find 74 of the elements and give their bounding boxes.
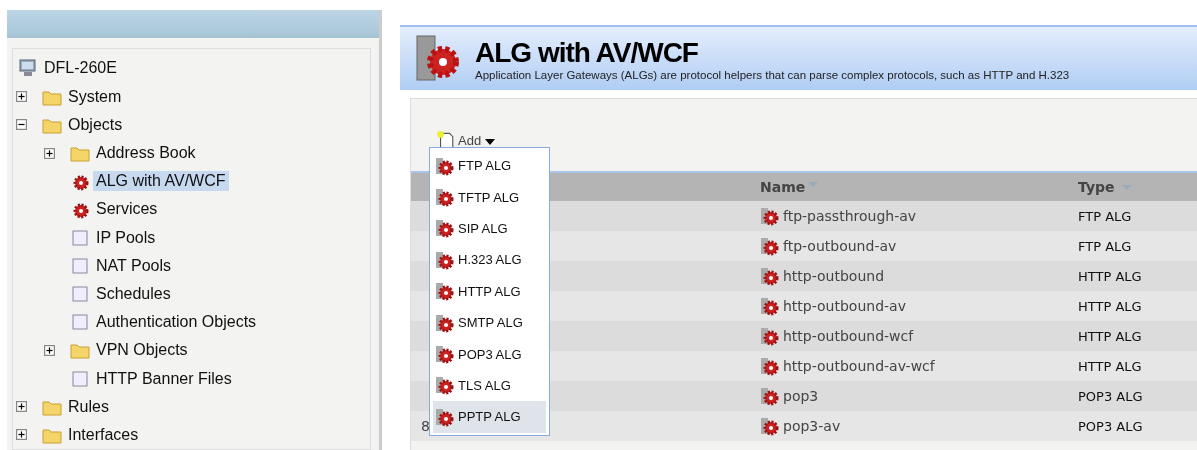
gear-icon — [760, 236, 780, 256]
menu-item[interactable]: TFTP ALG — [433, 181, 546, 213]
table-cell: POP3 ALG — [1078, 419, 1143, 434]
table-cell: POP3 ALG — [1078, 389, 1143, 404]
tree-item[interactable]: DFL-260E — [41, 58, 120, 79]
tree-item[interactable]: ALG with AV/WCF — [93, 171, 229, 192]
gear-icon — [435, 155, 455, 176]
tree-item[interactable]: System — [65, 86, 125, 107]
table-cell: HTTP ALG — [1078, 359, 1142, 374]
expand-toggle[interactable] — [16, 91, 27, 103]
column-header[interactable]: Name — [760, 179, 1078, 195]
gear-icon — [760, 356, 780, 376]
gear-icon — [760, 386, 780, 406]
table-cell: HTTP ALG — [1078, 269, 1142, 284]
menu-item[interactable]: HTTP ALG — [433, 275, 546, 307]
menu-item[interactable]: H.323 ALG — [433, 244, 546, 276]
gear-icon — [435, 218, 455, 239]
menu-item[interactable]: SMTP ALG — [433, 306, 546, 339]
gear-icon — [760, 326, 780, 346]
page-description: Application Layer Gateways (ALGs) are protocol helpers that can parse complex protocols, such as HTTP and H.323 — [475, 68, 1070, 81]
tree-item[interactable]: IP Pools — [93, 227, 159, 248]
expand-toggle[interactable] — [16, 429, 27, 441]
document-icon — [70, 368, 90, 389]
tree-item[interactable]: Schedules — [93, 283, 174, 304]
gear-icon — [435, 406, 455, 427]
gear-icon — [760, 266, 780, 286]
tree-item[interactable]: Objects — [65, 114, 126, 135]
column-header[interactable]: Type — [1078, 179, 1197, 195]
menu-item[interactable]: POP3 ALG — [433, 338, 546, 370]
gear-icon — [760, 206, 780, 226]
document-icon — [70, 312, 90, 333]
tree-item[interactable]: HTTP Banner Files — [93, 368, 235, 389]
tree-item[interactable]: VPN Objects — [93, 340, 191, 361]
table-cell: http-outbound-av-wcf — [783, 358, 935, 374]
table-cell: http-outbound-av — [783, 298, 906, 314]
table-cell: pop3 — [783, 388, 819, 404]
table-cell: HTTP ALG — [1078, 329, 1142, 344]
table-cell: FTP ALG — [1078, 209, 1132, 224]
table-cell: ftp-passthrough-av — [783, 208, 917, 224]
gear-icon — [435, 375, 455, 396]
table-cell: http-outbound-wcf — [783, 328, 914, 344]
document-icon — [70, 227, 90, 248]
gear-icon — [760, 296, 780, 316]
table-cell: http-outbound — [783, 268, 885, 284]
expand-toggle[interactable] — [44, 344, 55, 356]
table-cell: pop3-av — [783, 418, 841, 434]
expand-toggle[interactable] — [44, 147, 55, 159]
table-cell: HTTP ALG — [1078, 299, 1142, 314]
tree-item[interactable]: NAT Pools — [93, 255, 174, 276]
tree-item[interactable]: Authentication Objects — [93, 312, 260, 333]
tree-item[interactable]: Interfaces — [65, 424, 142, 445]
computer-icon — [18, 58, 38, 79]
caret-icon — [485, 138, 496, 145]
gear-icon — [435, 187, 455, 208]
tree-item[interactable]: Services — [93, 199, 161, 220]
page-title: ALG with AV/WCF — [475, 36, 699, 69]
menu-item[interactable]: SIP ALG — [433, 212, 546, 245]
document-icon — [70, 283, 90, 304]
gear-icon — [435, 249, 455, 270]
gear-icon — [435, 312, 455, 333]
expand-toggle[interactable] — [16, 119, 27, 131]
gear-icon — [435, 281, 455, 302]
menu-item[interactable]: PPTP ALG — [433, 401, 546, 433]
tree-item[interactable]: Rules — [65, 396, 112, 417]
table-cell: FTP ALG — [1078, 239, 1132, 254]
table-cell: ftp-outbound-av — [783, 238, 897, 254]
expand-toggle[interactable] — [16, 401, 27, 413]
menu-item[interactable]: TLS ALG — [433, 369, 546, 402]
menu-item[interactable]: FTP ALG — [433, 150, 546, 182]
gear-icon — [760, 416, 780, 436]
row-number: 8 — [421, 418, 430, 434]
document-icon — [70, 255, 90, 276]
gear-icon — [435, 344, 455, 365]
tree-item[interactable]: Address Book — [93, 143, 199, 164]
